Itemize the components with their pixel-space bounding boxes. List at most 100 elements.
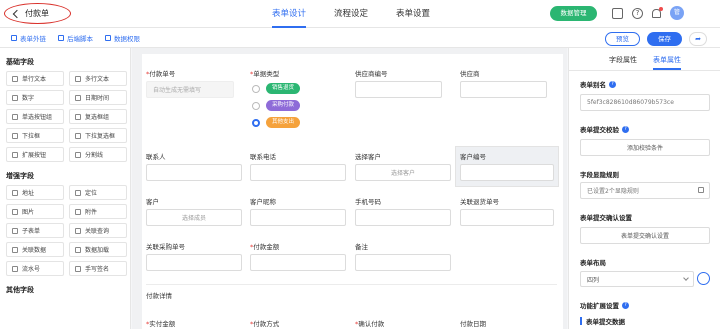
tab-form-settings[interactable]: 表单设置 (396, 0, 430, 28)
customer-member-input[interactable]: 选择成员 (146, 209, 242, 226)
form-external-link-label: 表单外链 (20, 35, 46, 43)
field-divider[interactable]: 分割线 (69, 147, 127, 162)
help-icon[interactable]: ? (632, 7, 643, 19)
field-single-line-text[interactable]: 单行文本 (6, 71, 64, 86)
form-external-link[interactable]: 表单外链 (11, 33, 46, 43)
amount-label: *付款金额 (250, 243, 280, 251)
field-dropdown-multi[interactable]: 下拉复选框 (69, 128, 127, 143)
doc-type-option-1[interactable]: 销售退货 (252, 83, 301, 94)
field-label: 图片 (22, 209, 35, 216)
field-location[interactable]: 定位 (69, 185, 127, 200)
backend-script-link[interactable]: 后端脚本 (58, 33, 93, 43)
supplier-input[interactable] (460, 81, 547, 98)
doc-type-option-3[interactable]: 其他支出 (252, 117, 301, 128)
field-extend-button[interactable]: 扩展按钮 (6, 147, 64, 162)
help-icon[interactable]: ? (609, 80, 616, 88)
customer-label: 客户 (146, 198, 159, 206)
bell-icon[interactable] (652, 6, 663, 18)
data-management-button[interactable]: 数据管理 (550, 6, 597, 21)
sub-toolbar: 表单外链 后端脚本 数据权限 预览 保存 ➦ (0, 28, 720, 48)
checkbox-icon (75, 113, 81, 120)
field-number[interactable]: 数字 (6, 90, 64, 105)
submit-confirm-button[interactable]: 表单提交确认设置 (580, 227, 710, 244)
remark-input[interactable] (355, 254, 451, 271)
field-radio-group[interactable]: 单选按钮组 (6, 109, 64, 124)
field-signature[interactable]: 手写签名 (69, 261, 127, 276)
field-label: 手写签名 (85, 266, 110, 273)
option-pill: 销售退货 (266, 83, 301, 94)
tab-field-properties[interactable]: 字段属性 (609, 54, 637, 70)
field-dropdown[interactable]: 下拉框 (6, 128, 64, 143)
basic-fields-title: 基础字段 (6, 58, 34, 66)
purchase-no-input[interactable] (146, 254, 242, 271)
visibility-rule-label: 字段显隐规则 (580, 171, 619, 179)
layout-label: 表单布局 (580, 259, 606, 267)
header-icons: ? 管 (612, 6, 684, 20)
field-related-query[interactable]: 关联查询 (69, 223, 127, 238)
add-check-rule-button[interactable]: 添加校验条件 (580, 139, 710, 156)
field-subform[interactable]: 子表单 (6, 223, 64, 238)
field-image[interactable]: 图片 (6, 204, 64, 219)
tabs-divider (569, 70, 720, 71)
submit-data-label: 表单提交数据 (586, 318, 625, 326)
field-label: 日期时间 (85, 95, 110, 102)
mobile-input[interactable] (355, 209, 451, 226)
preview-button[interactable]: 预览 (605, 32, 640, 46)
back-button[interactable]: 付款单 (4, 3, 71, 24)
field-attachment[interactable]: 附件 (69, 204, 127, 219)
help-icon[interactable]: ? (622, 301, 629, 309)
field-address[interactable]: 地址 (6, 185, 64, 200)
field-label: 关联数据 (22, 247, 47, 254)
tab-process[interactable]: 流程设定 (334, 0, 368, 28)
field-serial-number[interactable]: 流水号 (6, 261, 64, 276)
save-button[interactable]: 保存 (647, 32, 682, 46)
form-title: 付款单 (25, 9, 49, 18)
field-palette: 基础字段 单行文本 多行文本 数字 日期时间 单选按钮组 复选框组 下拉框 下拉… (0, 48, 131, 329)
field-multi-line-text[interactable]: 多行文本 (69, 71, 127, 86)
option-pill: 采购付款 (266, 100, 301, 111)
payment-no-input[interactable]: 自动生成无需填写 (146, 81, 234, 98)
field-related-data[interactable]: 关联数据 (6, 242, 64, 257)
visibility-rule-input[interactable]: 已设置2个显隐规则 (580, 182, 710, 199)
field-label: 下拉框 (22, 133, 41, 140)
divider-icon (75, 151, 81, 158)
visibility-rule-value: 已设置2个显隐规则 (587, 188, 639, 195)
edit-icon[interactable] (698, 187, 704, 193)
customer-nick-input[interactable] (250, 209, 346, 226)
location-icon (75, 189, 81, 196)
help-icon[interactable]: ? (622, 125, 629, 133)
enhanced-fields-grid: 地址 定位 图片 附件 子表单 关联查询 关联数据 数据加载 流水号 手写签名 (0, 185, 130, 276)
share-button[interactable]: ➦ (689, 32, 707, 46)
document-icon[interactable] (612, 7, 623, 19)
contact-input[interactable] (146, 164, 242, 181)
field-label: 关联查询 (85, 228, 110, 235)
avatar[interactable]: 管 (670, 6, 684, 20)
radio-icon (12, 113, 18, 120)
image-icon (12, 208, 18, 215)
amount-input[interactable] (250, 254, 346, 271)
payment-no-label: *付款单号 (146, 70, 176, 78)
tab-form-properties[interactable]: 表单属性 (653, 54, 681, 70)
data-permission-link[interactable]: 数据权限 (105, 33, 140, 43)
address-icon (12, 189, 18, 196)
return-no-input[interactable] (460, 209, 554, 226)
field-label: 子表单 (22, 228, 41, 235)
layout-select[interactable]: 四列 (580, 271, 694, 287)
supplier-no-input[interactable] (355, 81, 442, 98)
basic-fields-grid: 单行文本 多行文本 数字 日期时间 单选按钮组 复选框组 下拉框 下拉复选框 扩… (0, 71, 130, 162)
phone-input[interactable] (250, 164, 346, 181)
doc-type-option-2[interactable]: 采购付款 (252, 100, 301, 111)
field-label: 扩展按钮 (22, 152, 47, 159)
phone-label: 联系电话 (250, 153, 276, 161)
actual-amount-label: *实付金额 (146, 320, 176, 328)
field-data-load[interactable]: 数据加载 (69, 242, 127, 257)
field-checkbox-group[interactable]: 复选框组 (69, 109, 127, 124)
tab-form-design[interactable]: 表单设计 (272, 0, 307, 28)
customer-no-input[interactable] (460, 164, 554, 181)
field-datetime[interactable]: 日期时间 (69, 90, 127, 105)
form-alias-input[interactable]: 5fef3c828610d86079b573ce (580, 94, 710, 111)
gear-icon[interactable] (697, 272, 710, 285)
dropdown-multi-icon (75, 132, 81, 139)
select-customer-input[interactable]: 选择客户 (355, 164, 451, 181)
radio-circle (252, 84, 260, 93)
